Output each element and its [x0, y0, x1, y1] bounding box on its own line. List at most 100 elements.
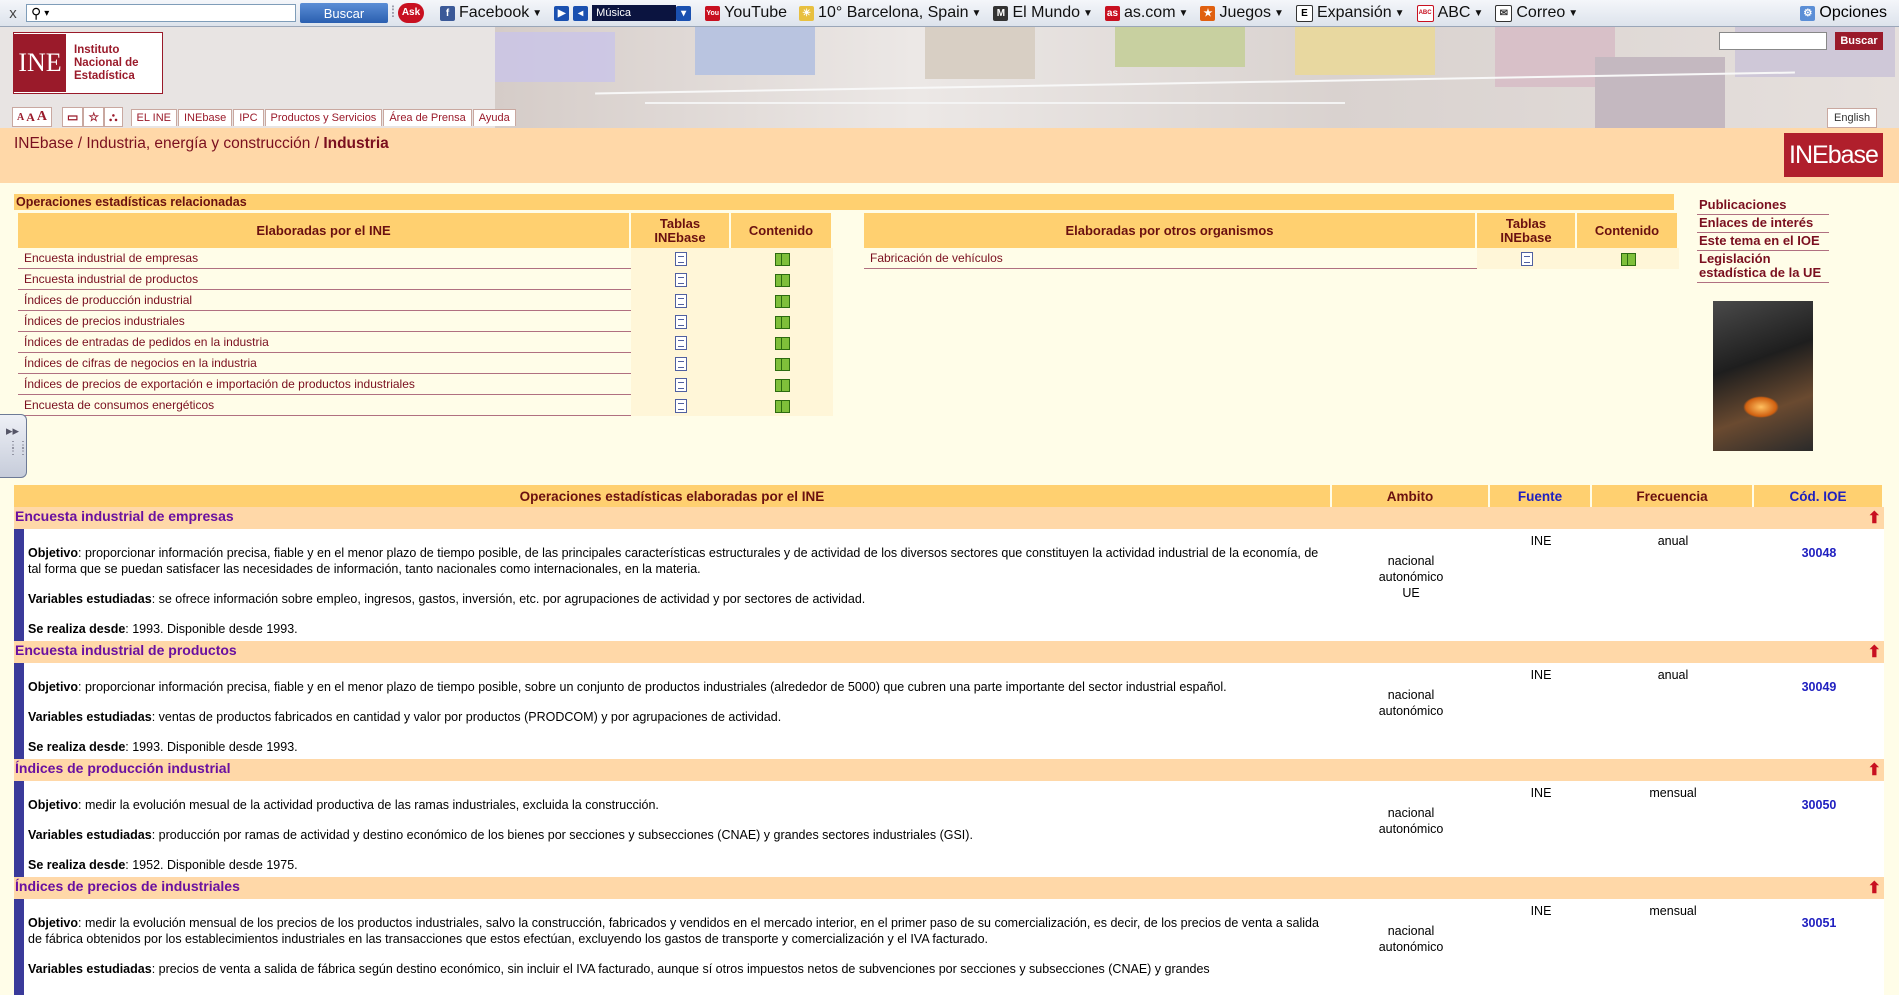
op-codigo[interactable]: 30048: [1754, 529, 1884, 641]
breadcrumb-inebase[interactable]: INEbase: [14, 135, 73, 152]
operation-link[interactable]: Índices de entradas de pedidos en la ind…: [18, 332, 631, 353]
text-size-large[interactable]: A: [37, 109, 47, 125]
op-codigo[interactable]: 30051: [1754, 899, 1884, 995]
tablas-link[interactable]: [631, 395, 731, 416]
arrow-up-icon[interactable]: ⬆: [1868, 508, 1881, 528]
operation-link[interactable]: Fabricación de vehículos: [864, 248, 1477, 269]
operation-link[interactable]: Índices de precios industriales: [18, 311, 631, 332]
operation-description: Objetivo: proporcionar información preci…: [14, 663, 1332, 759]
toolbar-search-button[interactable]: Buscar: [300, 3, 388, 23]
site-search-input[interactable]: [1719, 32, 1827, 50]
operation-link[interactable]: Encuesta industrial de productos: [18, 269, 631, 290]
related-operations-title: Operaciones estadísticas relacionadas: [14, 194, 1674, 210]
ask-logo-icon[interactable]: Ask: [398, 3, 428, 23]
side-link-legislacion[interactable]: Legislación estadística de la UE: [1697, 251, 1829, 283]
header-nav-row: A A A ▭ ☆ ⛬ EL INE INEbase IPC Productos…: [12, 107, 517, 127]
toolbar-search-input[interactable]: ⚲ ▾: [26, 4, 296, 22]
inebase-logo[interactable]: INE base: [1784, 133, 1883, 177]
contenido-link[interactable]: [731, 353, 833, 374]
tablas-link[interactable]: [631, 353, 731, 374]
toolbar-options[interactable]: ⚙ Opciones: [1800, 4, 1887, 22]
close-toolbar-icon[interactable]: x: [0, 5, 26, 22]
op-objetivo: Objetivo: proporcionar información preci…: [28, 546, 1319, 576]
tablas-link[interactable]: [631, 248, 731, 269]
english-link[interactable]: English: [1827, 108, 1878, 128]
document-icon: [1521, 251, 1533, 266]
contenido-link[interactable]: [1577, 248, 1679, 269]
operation-link[interactable]: Índices de cifras de negocios en la indu…: [18, 353, 631, 374]
op-variables: Variables estudiadas: producción por ram…: [28, 828, 973, 842]
arrow-up-icon[interactable]: ⬆: [1868, 760, 1881, 780]
op-fuente: INE: [1490, 781, 1592, 877]
play-icon[interactable]: ▶: [554, 5, 570, 21]
contenido-link[interactable]: [731, 332, 833, 353]
favorites-icon[interactable]: ☆: [83, 107, 105, 127]
toolbar-item-juegos[interactable]: ★ Juegos ▼: [1200, 4, 1284, 22]
side-link-enlaces[interactable]: Enlaces de interés: [1697, 215, 1829, 233]
toolbar-item-music[interactable]: ▶ ◂ Música ▾: [554, 5, 695, 21]
book-icon: [774, 315, 790, 329]
toolbar-item-weather[interactable]: ☀ 10° Barcelona, Spain ▼: [799, 4, 981, 22]
op-desde: Se realiza desde: 1993. Disponible desde…: [28, 622, 298, 636]
arrow-up-icon[interactable]: ⬆: [1868, 878, 1881, 898]
nav-area-prensa[interactable]: Área de Prensa: [383, 108, 472, 126]
operation-title-link[interactable]: Índices de producción industrial: [15, 760, 230, 776]
contenido-link[interactable]: [731, 374, 833, 395]
fuente-header[interactable]: Fuente: [1490, 485, 1592, 507]
print-icon[interactable]: ▭: [62, 107, 84, 127]
op-fuente: INE: [1490, 899, 1592, 995]
tablas-link[interactable]: [631, 290, 731, 311]
arrow-up-icon[interactable]: ⬆: [1868, 642, 1881, 662]
tablas-link[interactable]: [631, 374, 731, 395]
nav-el-ine[interactable]: EL INE: [130, 108, 177, 126]
toolbar-item-facebook[interactable]: f Facebook ▼: [440, 4, 542, 22]
nav-ayuda[interactable]: Ayuda: [472, 108, 516, 126]
tablas-link[interactable]: [1477, 248, 1577, 269]
tablas-link[interactable]: [631, 332, 731, 353]
ine-logo[interactable]: INE Instituto Nacional de Estadística: [13, 32, 163, 94]
nav-productos-servicios[interactable]: Productos y Servicios: [264, 108, 383, 126]
toolbar-item-correo[interactable]: ✉ Correo ▼: [1495, 4, 1578, 22]
toolbar-item-el-mundo[interactable]: M El Mundo ▼: [993, 4, 1093, 22]
operation-link[interactable]: Índices de precios de exportación e impo…: [18, 374, 631, 395]
contenido-link[interactable]: [731, 290, 833, 311]
codigo-header[interactable]: Cód. IOE: [1754, 485, 1884, 507]
chevron-down-icon[interactable]: ▾: [676, 5, 692, 21]
operation-link[interactable]: Índices de producción industrial: [18, 290, 631, 311]
nav-ipc[interactable]: IPC: [233, 108, 264, 126]
toolbar-item-expansion[interactable]: E Expansión ▼: [1295, 4, 1405, 22]
toolbar-item-youtube[interactable]: You YouTube: [705, 4, 787, 22]
chevron-down-icon[interactable]: ▾: [44, 8, 49, 19]
tablas-link[interactable]: [631, 269, 731, 290]
text-size-medium[interactable]: A: [26, 110, 35, 125]
sitemap-icon[interactable]: ⛬: [104, 107, 123, 127]
document-icon: [675, 314, 687, 329]
operation-link[interactable]: Encuesta industrial de empresas: [18, 248, 631, 269]
toolbar-item-as[interactable]: as as.com ▼: [1104, 4, 1188, 22]
text-size-small[interactable]: A: [17, 112, 24, 123]
side-link-ioe[interactable]: Este tema en el IOE: [1697, 233, 1829, 251]
operation-link[interactable]: Encuesta de consumos energéticos: [18, 395, 631, 416]
tablas-link[interactable]: [631, 311, 731, 332]
operation-title-link[interactable]: Índices de precios de industriales: [15, 878, 240, 894]
operation-title-link[interactable]: Encuesta industrial de productos: [15, 642, 237, 658]
site-search-button[interactable]: Buscar: [1835, 32, 1883, 50]
volume-icon[interactable]: ◂: [573, 5, 589, 21]
op-codigo[interactable]: 30050: [1754, 781, 1884, 877]
operation-title-link[interactable]: Encuesta industrial de empresas: [15, 508, 234, 524]
text-size-buttons[interactable]: A A A: [12, 107, 53, 127]
side-link-publicaciones[interactable]: Publicaciones: [1697, 197, 1829, 215]
ine-header: Elaboradas por el INE: [18, 213, 631, 248]
breadcrumb-industria-energia[interactable]: Industria, energía y construcción: [86, 135, 310, 152]
contenido-link[interactable]: [731, 248, 833, 269]
contenido-link[interactable]: [731, 269, 833, 290]
op-codigo[interactable]: 30049: [1754, 663, 1884, 759]
toolbar-item-abc[interactable]: ABC ABC ▼: [1416, 4, 1483, 22]
sidebar-toggle-handle[interactable]: ▸▸ ⋮⋮ ⋮⋮: [0, 414, 28, 478]
nav-inebase[interactable]: INEbase: [178, 108, 233, 126]
book-icon: [774, 294, 790, 308]
contenido-link[interactable]: [731, 395, 833, 416]
op-frecuencia: anual: [1592, 663, 1754, 759]
contenido-link[interactable]: [731, 311, 833, 332]
op-objetivo: Objetivo: proporcionar información preci…: [28, 680, 1227, 694]
